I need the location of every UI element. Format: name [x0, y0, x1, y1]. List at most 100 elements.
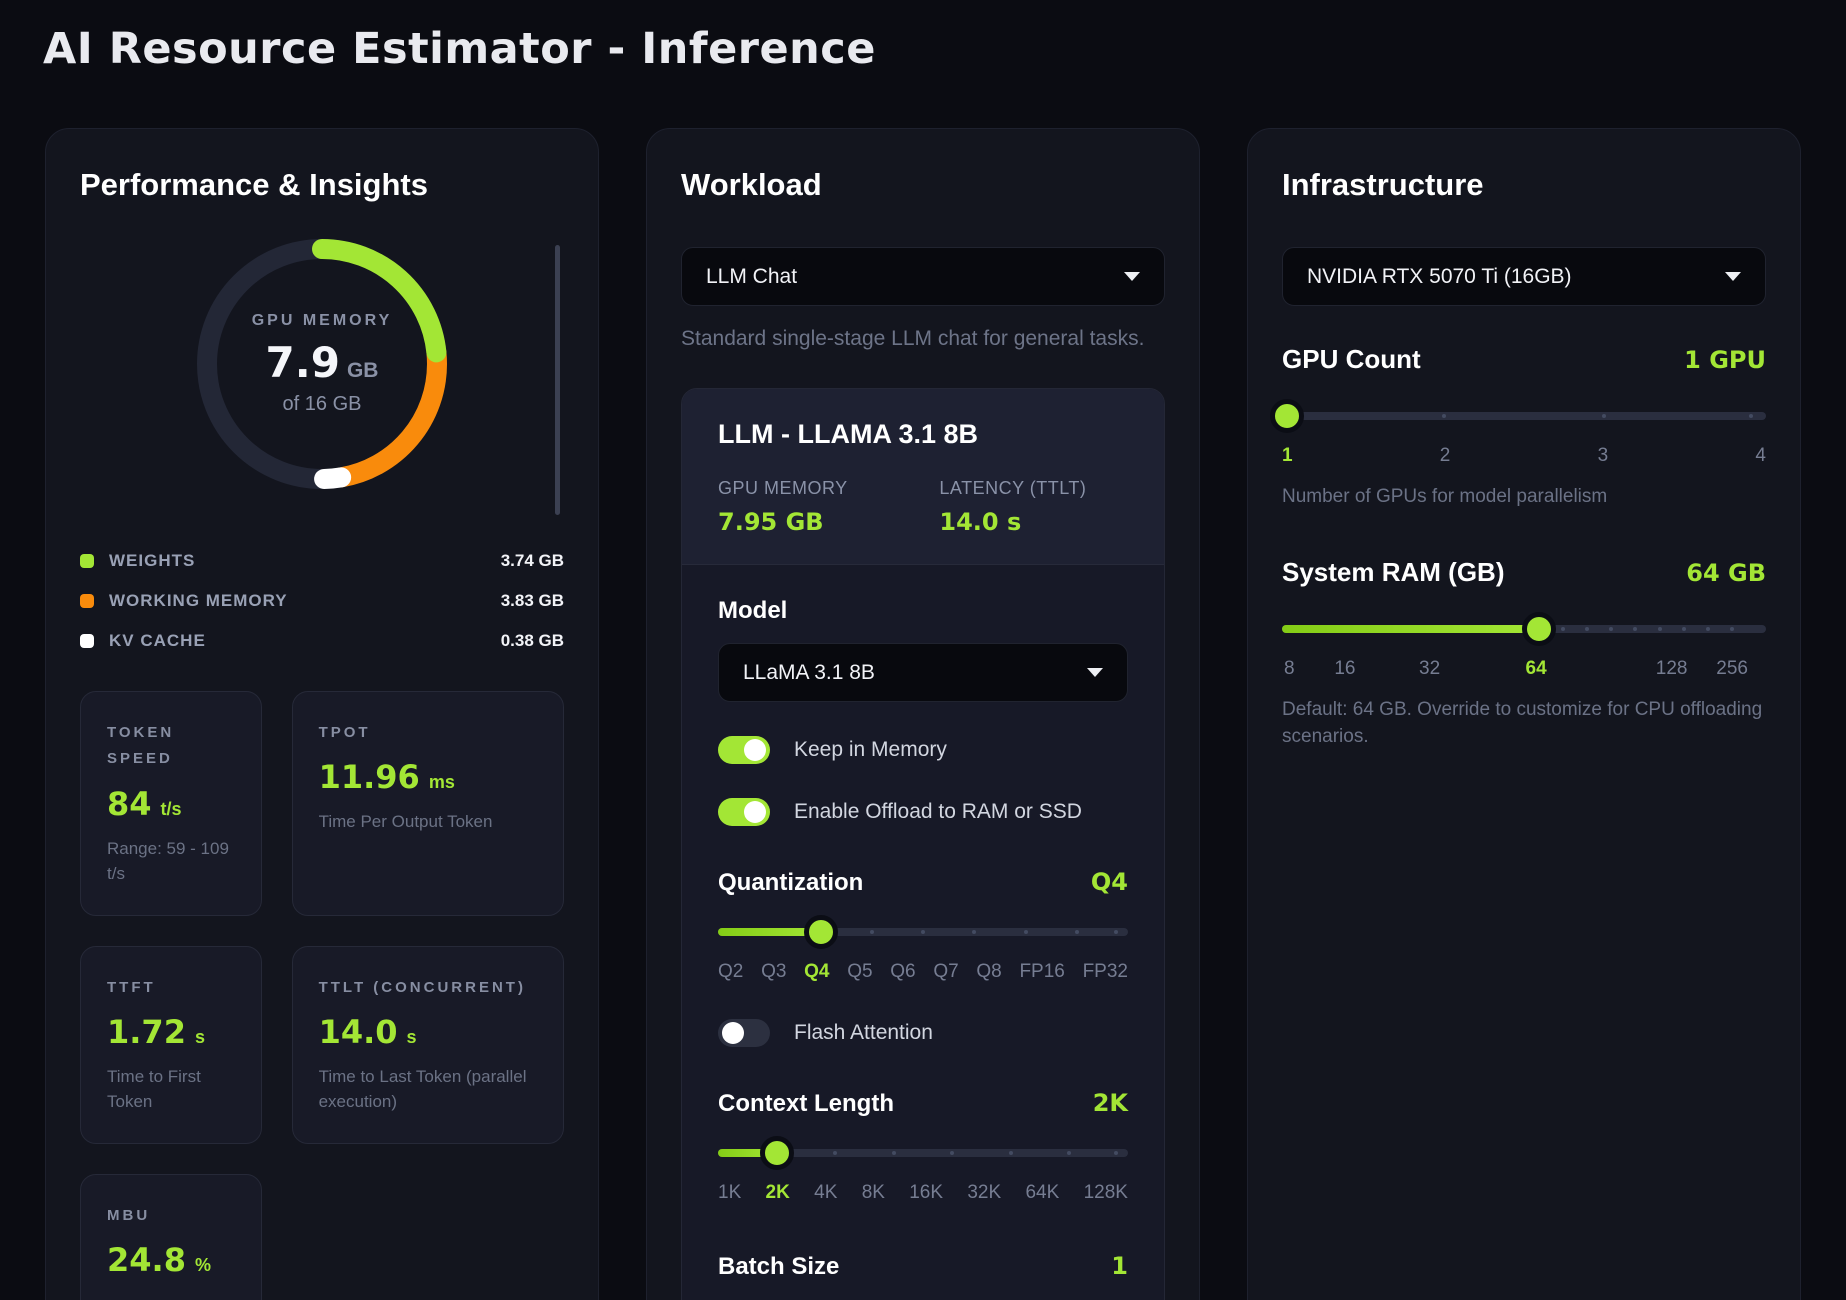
quantization-ticks: Q2 Q3 Q4 Q5 Q6 Q7 Q8 FP16 FP32	[718, 961, 1128, 985]
gauge-center-text: GPU MEMORY 7.9 GB of 16 GB	[187, 229, 457, 499]
gpu-count-label: GPU Count	[1282, 344, 1421, 375]
tick-label: 128	[1656, 658, 1688, 680]
context-length-slider[interactable]	[718, 1136, 1128, 1170]
slider-tick-dot	[1658, 627, 1662, 631]
gpu-count-helper: Number of GPUs for model parallelism	[1282, 483, 1766, 511]
slider-tick-dot	[972, 930, 976, 934]
card-subtext: Time to First Token	[107, 1064, 235, 1115]
infrastructure-panel: Infrastructure NVIDIA RTX 5070 Ti (16GB)…	[1247, 128, 1801, 1300]
chevron-down-icon	[1725, 272, 1741, 281]
workload-type-select[interactable]: LLM Chat	[681, 247, 1165, 306]
stat-value: 7.95 GB	[718, 508, 939, 536]
tick-label: 3	[1598, 445, 1609, 469]
offload-toggle[interactable]	[718, 798, 770, 826]
card-value: 11.96	[319, 758, 420, 796]
card-value: 84	[107, 785, 152, 823]
performance-title: Performance & Insights	[80, 167, 564, 203]
slider-tick-dot	[1585, 627, 1589, 631]
gpu-count-ticks: 1 2 3 4	[1282, 445, 1766, 469]
system-ram-block: System RAM (GB) 64 GB 8 16 32 64	[1282, 557, 1766, 751]
legend-value: 3.74 GB	[501, 551, 564, 571]
legend-row-working-memory: WORKING MEMORY 3.83 GB	[80, 581, 564, 621]
toggle-label: Keep in Memory	[794, 738, 947, 762]
chevron-down-icon	[1087, 668, 1103, 677]
tick-label: FP32	[1083, 961, 1128, 985]
tick-label: 64	[1526, 658, 1547, 680]
slider-thumb[interactable]	[760, 1136, 794, 1170]
context-length-label: Context Length	[718, 1090, 894, 1118]
tick-label: Q5	[847, 961, 872, 985]
stat-value: 14.0 s	[939, 508, 1086, 536]
legend-row-kv-cache: KV CACHE 0.38 GB	[80, 621, 564, 661]
model-select[interactable]: LLaMA 3.1 8B	[718, 643, 1128, 702]
stat-label: GPU MEMORY	[718, 478, 939, 499]
tick-label: Q8	[976, 961, 1001, 985]
gauge-total: of 16 GB	[283, 393, 362, 416]
token-speed-card: TOKEN SPEED 84 t/s Range: 59 - 109 t/s	[80, 691, 262, 916]
slider-tick-dot	[1609, 627, 1613, 631]
slider-tick-dot	[1749, 414, 1753, 418]
system-ram-label: System RAM (GB)	[1282, 557, 1504, 588]
tick-label: 4	[1755, 445, 1766, 469]
workload-panel: Workload LLM Chat Standard single-stage …	[646, 128, 1200, 1300]
toggle-knob	[744, 739, 766, 761]
card-unit: t/s	[161, 799, 182, 820]
tick-label: Q6	[890, 961, 915, 985]
mbu-card: MBU 24.8 %	[80, 1174, 262, 1300]
tick-label: Q3	[761, 961, 786, 985]
flash-attention-toggle[interactable]	[718, 1019, 770, 1047]
toggle-label: Flash Attention	[794, 1021, 933, 1045]
slider-tick-dot	[1024, 930, 1028, 934]
system-ram-slider[interactable]	[1282, 612, 1766, 646]
card-unit: s	[407, 1027, 417, 1048]
slider-thumb[interactable]	[1522, 612, 1556, 646]
card-subtext: Time to Last Token (parallel execution)	[319, 1064, 537, 1115]
slider-tick-dot	[1561, 627, 1565, 631]
legend-row-weights: WEIGHTS 3.74 GB	[80, 541, 564, 581]
keep-in-memory-row: Keep in Memory	[718, 736, 1128, 764]
gpu-memory-gauge: GPU MEMORY 7.9 GB of 16 GB	[187, 229, 457, 499]
slider-thumb[interactable]	[804, 915, 838, 949]
card-label: TOKEN SPEED	[107, 720, 235, 773]
slider-tick-dot	[1114, 930, 1118, 934]
tick-label: 16K	[909, 1182, 943, 1206]
llm-card-header: LLM - LLAMA 3.1 8B GPU MEMORY 7.95 GB LA…	[682, 389, 1164, 564]
legend-label: KV CACHE	[109, 631, 206, 651]
tick-label: Q7	[933, 961, 958, 985]
quantization-slider[interactable]	[718, 915, 1128, 949]
tick-label: 8	[1284, 658, 1295, 680]
legend-value: 0.38 GB	[501, 631, 564, 651]
context-length-ticks: 1K 2K 4K 8K 16K 32K 64K 128K	[718, 1182, 1128, 1206]
batch-size-value: 1	[1111, 1252, 1128, 1280]
slider-fill	[1282, 625, 1539, 633]
legend-value: 3.83 GB	[501, 591, 564, 611]
context-length-block: Context Length 2K	[718, 1089, 1128, 1206]
slider-thumb[interactable]	[1270, 399, 1304, 433]
slider-tick-dot	[870, 930, 874, 934]
slider-tick-dot	[892, 1151, 896, 1155]
slider-tick-dot	[833, 1151, 837, 1155]
gauge-label: GPU MEMORY	[252, 312, 393, 330]
toggle-label: Enable Offload to RAM or SSD	[794, 800, 1082, 824]
tick-label: 2K	[766, 1182, 790, 1206]
keep-in-memory-toggle[interactable]	[718, 736, 770, 764]
slider-track	[1282, 412, 1766, 420]
slider-tick-dot	[1442, 414, 1446, 418]
slider-tick-dot	[1114, 1151, 1118, 1155]
gpu-count-value: 1 GPU	[1684, 346, 1766, 374]
weights-swatch-icon	[80, 554, 94, 568]
tick-label: 16	[1334, 658, 1355, 680]
gpu-select[interactable]: NVIDIA RTX 5070 Ti (16GB)	[1282, 247, 1766, 306]
offload-row: Enable Offload to RAM or SSD	[718, 798, 1128, 826]
latency-stat: LATENCY (TTLT) 14.0 s	[939, 478, 1086, 536]
metric-cards-grid: TOKEN SPEED 84 t/s Range: 59 - 109 t/s T…	[80, 691, 564, 1300]
panel-scrollbar[interactable]	[555, 245, 560, 515]
slider-tick-dot	[1706, 627, 1710, 631]
gpu-count-slider[interactable]	[1282, 399, 1766, 433]
workload-type-value: LLM Chat	[706, 265, 797, 289]
workload-description: Standard single-stage LLM chat for gener…	[681, 324, 1165, 354]
tick-label: 64K	[1025, 1182, 1059, 1206]
gauge-unit: GB	[347, 359, 379, 383]
toggle-knob	[744, 801, 766, 823]
tick-label: 256	[1716, 658, 1748, 680]
